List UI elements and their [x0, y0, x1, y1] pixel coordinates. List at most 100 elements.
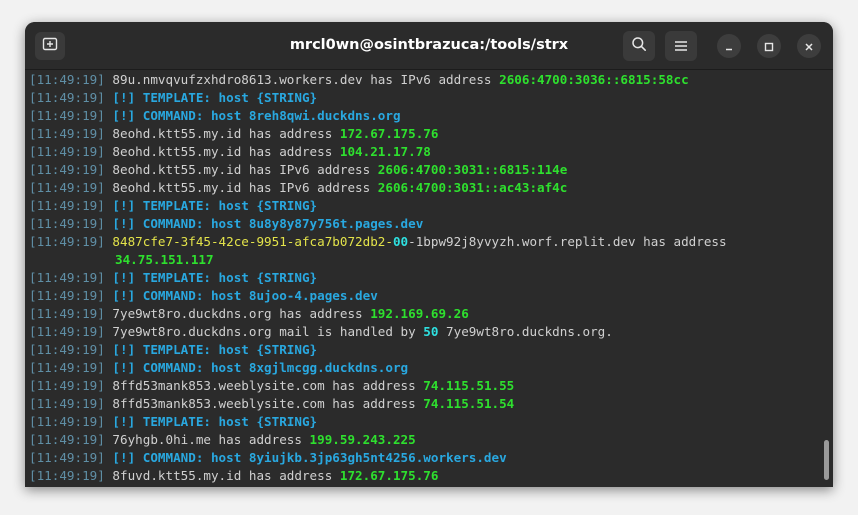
terminal-line: [11:49:19] 8eohd.ktt55.my.id has IPv6 ad…: [29, 179, 819, 197]
log-text: -1bpw92j8yvyzh.worf.replit.dev has addre…: [408, 234, 727, 249]
address-value: 172.67.175.76: [339, 126, 439, 141]
terminal-line: [11:49:19] 8eohd.ktt55.my.id has address…: [29, 125, 819, 143]
template-message: [!] COMMAND: host 8reh8qwi.duckdns.org: [104, 108, 401, 123]
log-text: 7ye9wt8ro.duckdns.org.: [438, 324, 613, 339]
terminal-line: [11:49:19] 76yhgb.0hi.me has address 199…: [29, 431, 819, 449]
terminal-window: mrcl0wn@osintbrazuca:/tools/strx [11:49:…: [25, 22, 833, 487]
log-text: 8eohd.ktt55.my.id has address: [104, 126, 340, 141]
address-value: 2606:4700:3031::6815:114e: [377, 162, 568, 177]
terminal-line: [11:49:19] [!] COMMAND: host 8xgjlmcgg.d…: [29, 359, 819, 377]
minimize-icon: [724, 37, 734, 56]
terminal-line: [11:49:19] [!] COMMAND: host 8ujoo-4.pag…: [29, 287, 819, 305]
timestamp: [11:49:19]: [29, 360, 105, 375]
uuid-text: 8487cfe7-3f45-42ce-9951-afca7b072db2-: [104, 234, 393, 249]
timestamp: [11:49:19]: [29, 396, 105, 411]
template-message: [!] TEMPLATE: host {STRING}: [104, 342, 318, 357]
terminal-line: [11:49:19] [!] TEMPLATE: host {STRING}: [29, 269, 819, 287]
terminal-line: [11:49:19] 8eohd.ktt55.my.id has address…: [29, 143, 819, 161]
address-value: 192.169.69.26: [370, 306, 469, 321]
maximize-icon: [764, 37, 774, 56]
address-value: 2606:4700:3031::ac43:af4c: [377, 180, 568, 195]
address-value: 34.75.151.117: [115, 252, 214, 267]
timestamp: [11:49:19]: [29, 450, 105, 465]
uuid-highlight: 00: [392, 234, 409, 249]
search-icon: [631, 36, 647, 56]
log-text: 7ye9wt8ro.duckdns.org has address: [104, 306, 371, 321]
title-bar[interactable]: mrcl0wn@osintbrazuca:/tools/strx: [25, 22, 833, 70]
log-text: 89u.nmvqvufzxhdro8613.workers.dev has IP…: [104, 72, 500, 87]
terminal-lines: [11:49:19] 89u.nmvqvufzxhdro8613.workers…: [29, 71, 819, 485]
terminal-line: [11:49:19] 8eohd.ktt55.my.id has IPv6 ad…: [29, 161, 819, 179]
timestamp: [11:49:19]: [29, 198, 105, 213]
new-tab-icon: [42, 36, 58, 56]
template-message: [!] TEMPLATE: host {STRING}: [104, 198, 318, 213]
maximize-button[interactable]: [757, 34, 781, 58]
address-value: 74.115.51.54: [423, 396, 515, 411]
timestamp: [11:49:19]: [29, 126, 105, 141]
terminal-line: 34.75.151.117: [29, 251, 819, 269]
timestamp: [11:49:19]: [29, 342, 105, 357]
scrollbar-thumb[interactable]: [824, 440, 829, 480]
terminal-line: [11:49:19] [!] TEMPLATE: host {STRING}: [29, 89, 819, 107]
template-message: [!] TEMPLATE: host {STRING}: [104, 90, 318, 105]
template-message: [!] COMMAND: host 8xgjlmcgg.duckdns.org: [104, 360, 409, 375]
window-title: mrcl0wn@osintbrazuca:/tools/strx: [289, 37, 569, 53]
address-value: 172.67.175.76: [339, 468, 439, 483]
log-text: 8eohd.ktt55.my.id has address: [104, 144, 340, 159]
close-button[interactable]: [797, 34, 821, 58]
terminal-line: [11:49:19] [!] TEMPLATE: host {STRING}: [29, 341, 819, 359]
timestamp: [11:49:19]: [29, 414, 105, 429]
timestamp: [11:49:19]: [29, 72, 105, 87]
hamburger-menu-icon: [674, 37, 688, 56]
terminal-line: [11:49:19] 8ffd53mank853.weeblysite.com …: [29, 395, 819, 413]
timestamp: [11:49:19]: [29, 288, 105, 303]
new-tab-button[interactable]: [35, 32, 65, 60]
template-message: [!] TEMPLATE: host {STRING}: [104, 414, 318, 429]
timestamp: [11:49:19]: [29, 216, 105, 231]
close-icon: [804, 37, 814, 56]
log-text: 8ffd53mank853.weeblysite.com has address: [104, 378, 424, 393]
timestamp: [11:49:19]: [29, 144, 105, 159]
log-text: 7ye9wt8ro.duckdns.org mail is handled by: [104, 324, 424, 339]
terminal-line: [11:49:19] 7ye9wt8ro.duckdns.org has add…: [29, 305, 819, 323]
terminal-line: [11:49:19] [!] COMMAND: host 8u8y8y87y75…: [29, 215, 819, 233]
timestamp: [11:49:19]: [29, 306, 105, 321]
timestamp: [11:49:19]: [29, 180, 105, 195]
template-message: [!] COMMAND: host 8u8y8y87y756t.pages.de…: [104, 216, 424, 231]
timestamp: [11:49:19]: [29, 270, 105, 285]
mx-priority: 50: [423, 324, 439, 339]
terminal-line: [11:49:19] [!] COMMAND: host 8reh8qwi.du…: [29, 107, 819, 125]
minimize-button[interactable]: [717, 34, 741, 58]
log-text: 8fuvd.ktt55.my.id has address: [104, 468, 340, 483]
address-value: 104.21.17.78: [339, 144, 431, 159]
terminal-line: [11:49:19] [!] TEMPLATE: host {STRING}: [29, 413, 819, 431]
terminal-line: [11:49:19] 7ye9wt8ro.duckdns.org mail is…: [29, 323, 819, 341]
address-value: 74.115.51.55: [423, 378, 515, 393]
timestamp: [11:49:19]: [29, 162, 105, 177]
log-text: 8eohd.ktt55.my.id has IPv6 address: [104, 162, 378, 177]
timestamp: [11:49:19]: [29, 468, 105, 483]
timestamp: [11:49:19]: [29, 432, 105, 447]
menu-button[interactable]: [665, 31, 697, 61]
timestamp: [11:49:19]: [29, 378, 105, 393]
terminal-line: [11:49:19] 8fuvd.ktt55.my.id has address…: [29, 467, 819, 485]
terminal-line: [11:49:19] [!] TEMPLATE: host {STRING}: [29, 197, 819, 215]
address-value: 2606:4700:3036::6815:58cc: [499, 72, 689, 87]
template-message: [!] COMMAND: host 8ujoo-4.pages.dev: [104, 288, 378, 303]
template-message: [!] COMMAND: host 8yiujkb.3jp63gh5nt4256…: [104, 450, 507, 465]
log-text: 8ffd53mank853.weeblysite.com has address: [104, 396, 424, 411]
log-text: 8eohd.ktt55.my.id has IPv6 address: [104, 180, 378, 195]
address-value: 199.59.243.225: [309, 432, 416, 447]
timestamp: [11:49:19]: [29, 90, 105, 105]
template-message: [!] TEMPLATE: host {STRING}: [104, 270, 318, 285]
terminal-output[interactable]: [11:49:19] 89u.nmvqvufzxhdro8613.workers…: [25, 70, 833, 487]
terminal-line: [11:49:19] 8ffd53mank853.weeblysite.com …: [29, 377, 819, 395]
timestamp: [11:49:19]: [29, 234, 105, 249]
timestamp: [11:49:19]: [29, 108, 105, 123]
search-button[interactable]: [623, 31, 655, 61]
terminal-line: [11:49:19] [!] COMMAND: host 8yiujkb.3jp…: [29, 449, 819, 467]
terminal-line: [11:49:19] 89u.nmvqvufzxhdro8613.workers…: [29, 71, 819, 89]
timestamp: [11:49:19]: [29, 324, 105, 339]
terminal-line: [11:49:19] 8487cfe7-3f45-42ce-9951-afca7…: [29, 233, 819, 251]
log-text: 76yhgb.0hi.me has address: [104, 432, 310, 447]
